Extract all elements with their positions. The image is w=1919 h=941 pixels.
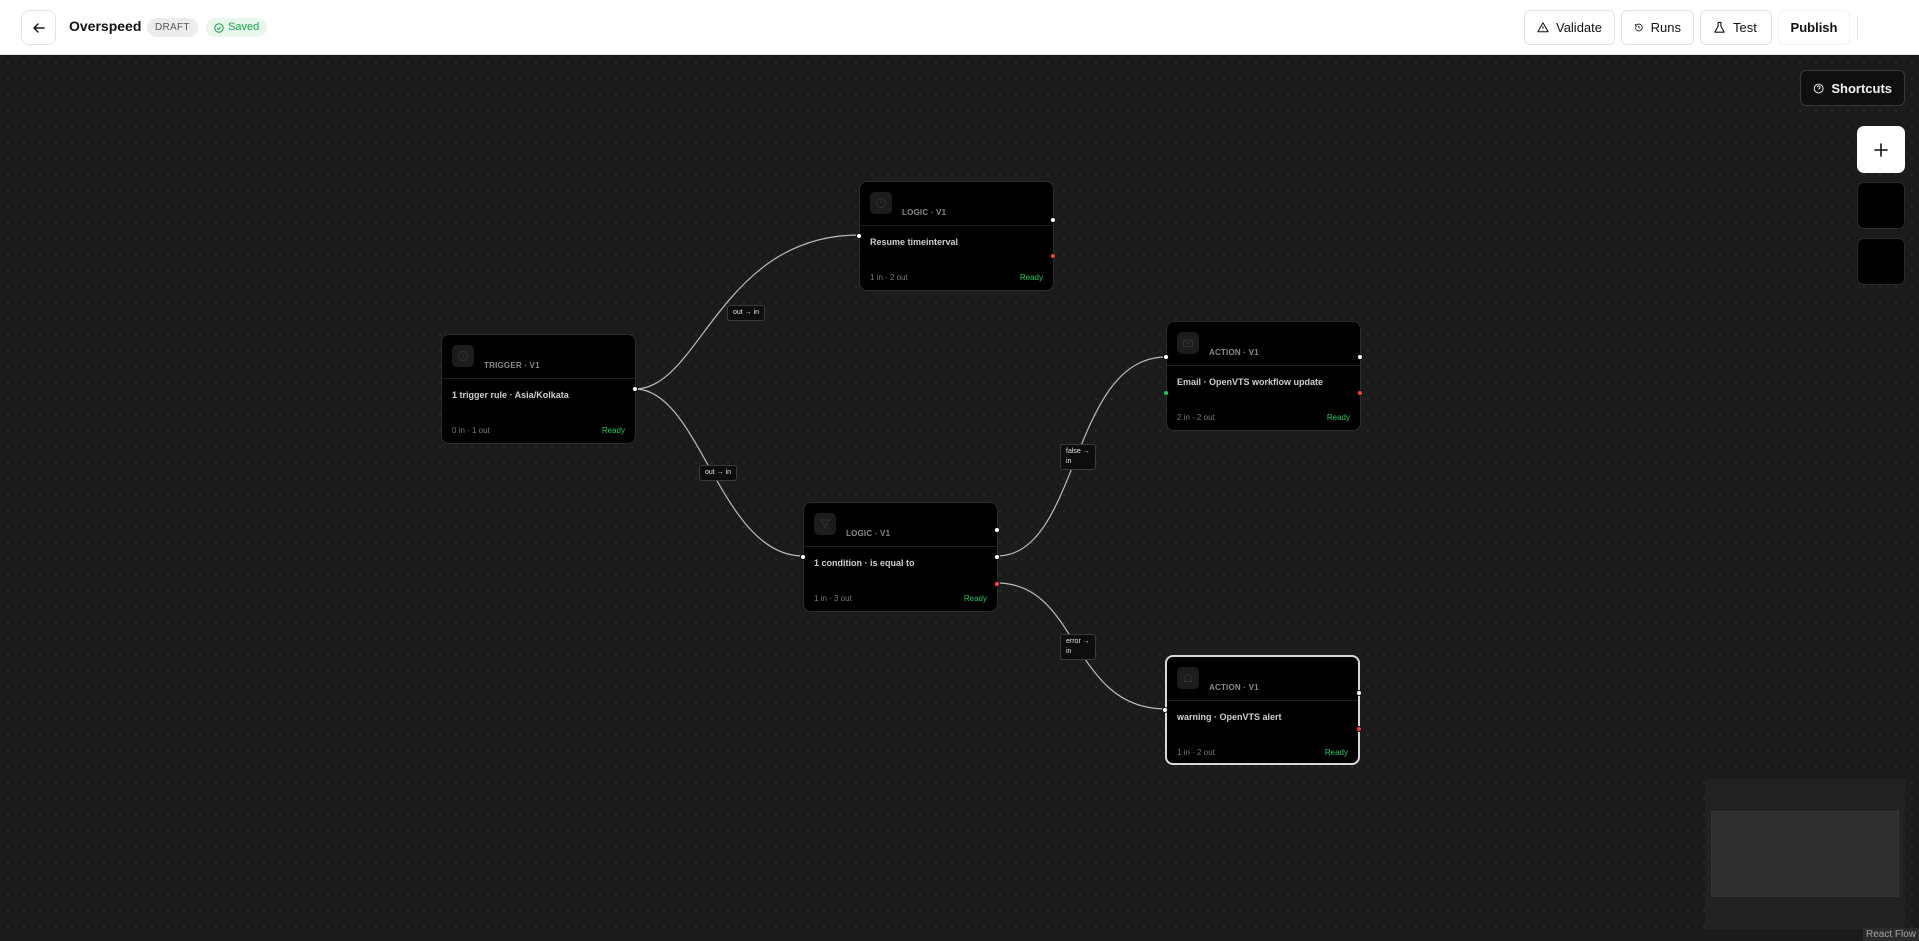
node-status: Ready [601, 426, 625, 435]
error-handle[interactable] [1357, 390, 1363, 396]
true-handle[interactable] [994, 527, 1000, 533]
node-status: Ready [1019, 273, 1043, 282]
node-io: 2 in · 2 out [1177, 413, 1215, 422]
check-circle-icon [214, 22, 224, 33]
node-title: 1 trigger rule · Asia/Kolkata [452, 390, 569, 400]
node-type: ACTION · V1 [1209, 348, 1259, 357]
edge-label-false-in[interactable]: false → in [1060, 444, 1096, 470]
node-status: Ready [963, 594, 987, 603]
node-header: LOGIC · V1 [860, 182, 1053, 226]
output-handle[interactable] [632, 386, 638, 392]
status-badge: DRAFT [147, 18, 198, 37]
resume-node[interactable]: LOGIC · V1 Resume timeinterval 1 in · 2 … [856, 181, 1056, 291]
history-icon [1634, 23, 1643, 32]
node-io: 1 in · 2 out [870, 273, 908, 282]
node-io: 1 in · 3 out [814, 594, 852, 603]
output-handle[interactable] [1356, 690, 1362, 696]
mail-icon [1177, 332, 1199, 354]
add-node-button[interactable] [1857, 126, 1905, 173]
input-handle[interactable] [856, 233, 862, 239]
publish-label: Publish [1790, 20, 1838, 35]
test-button[interactable]: Test [1700, 10, 1772, 45]
clock-icon [452, 345, 474, 367]
node-io: 1 in · 2 out [1177, 748, 1215, 757]
false-handle[interactable] [994, 554, 1000, 560]
node-title: 1 condition · is equal to [814, 558, 915, 568]
minimap[interactable] [1705, 779, 1905, 929]
node-header: TRIGGER · V1 [442, 335, 635, 379]
header-divider [1857, 15, 1858, 39]
timer-icon [870, 192, 892, 214]
saved-label: Saved [228, 21, 260, 33]
node-title: Email · OpenVTS workflow update [1177, 377, 1324, 387]
output-handle[interactable] [1050, 217, 1056, 223]
output-handle[interactable] [1357, 354, 1363, 360]
flask-icon [1714, 21, 1725, 33]
node-type: LOGIC · V1 [846, 529, 891, 538]
input-handle-2[interactable] [1163, 390, 1169, 396]
edge-label-out-in-1[interactable]: out → in [727, 305, 766, 321]
input-handle[interactable] [800, 554, 806, 560]
test-label: Test [1733, 20, 1757, 35]
node-status: Ready [1326, 413, 1350, 422]
tool-button-3[interactable] [1857, 238, 1905, 285]
error-handle[interactable] [994, 581, 1000, 587]
node-type: ACTION · V1 [1209, 683, 1259, 692]
plus-icon [1874, 142, 1888, 157]
react-flow-attribution[interactable]: React Flow [1863, 928, 1919, 941]
warning-node[interactable]: ACTION · V1 warning · OpenVTS alert 1 in… [1162, 655, 1362, 765]
edge-label-error-in[interactable]: error → in [1060, 634, 1096, 660]
warning-triangle-icon [1537, 22, 1549, 33]
minimap-viewport[interactable] [1711, 811, 1899, 897]
node-io: 0 in · 1 out [452, 426, 490, 435]
shortcuts-label: Shortcuts [1831, 80, 1892, 96]
shortcuts-button[interactable]: Shortcuts [1800, 70, 1905, 106]
runs-button[interactable]: Runs [1621, 10, 1694, 45]
trigger-node[interactable]: TRIGGER · V1 1 trigger rule · Asia/Kolka… [441, 334, 638, 444]
error-handle[interactable] [1356, 726, 1362, 732]
top-bar: Overspeed DRAFT Saved Validate Runs Test… [0, 0, 1919, 55]
node-header: LOGIC · V1 [804, 503, 997, 547]
node-title: Resume timeinterval [870, 237, 959, 247]
node-title: warning · OpenVTS alert [1177, 712, 1282, 722]
edge-label-out-in-2[interactable]: out → in [699, 465, 738, 481]
bell-icon [1177, 667, 1199, 689]
node-type: TRIGGER · V1 [484, 361, 540, 370]
validate-label: Validate [1555, 20, 1602, 35]
condition-node[interactable]: LOGIC · V1 1 condition · is equal to 1 i… [800, 502, 1000, 612]
publish-button[interactable]: Publish [1778, 10, 1850, 45]
runs-label: Runs [1650, 20, 1681, 35]
input-handle[interactable] [1162, 707, 1168, 713]
error-handle[interactable] [1050, 253, 1056, 259]
workflow-title: Overspeed [69, 18, 142, 34]
input-handle[interactable] [1163, 354, 1169, 360]
saved-badge: Saved [206, 18, 268, 37]
arrow-left-icon [32, 22, 45, 33]
help-circle-icon [1813, 83, 1824, 93]
tool-button-2[interactable] [1857, 182, 1905, 229]
filter-icon [814, 513, 836, 535]
node-header: ACTION · V1 [1167, 657, 1358, 701]
back-button[interactable] [21, 10, 56, 45]
node-status: Ready [1324, 748, 1348, 757]
validate-button[interactable]: Validate [1524, 10, 1615, 45]
node-header: ACTION · V1 [1167, 322, 1360, 366]
node-type: LOGIC · V1 [902, 208, 947, 217]
email-node[interactable]: ACTION · V1 Email · OpenVTS workflow upd… [1163, 321, 1363, 431]
